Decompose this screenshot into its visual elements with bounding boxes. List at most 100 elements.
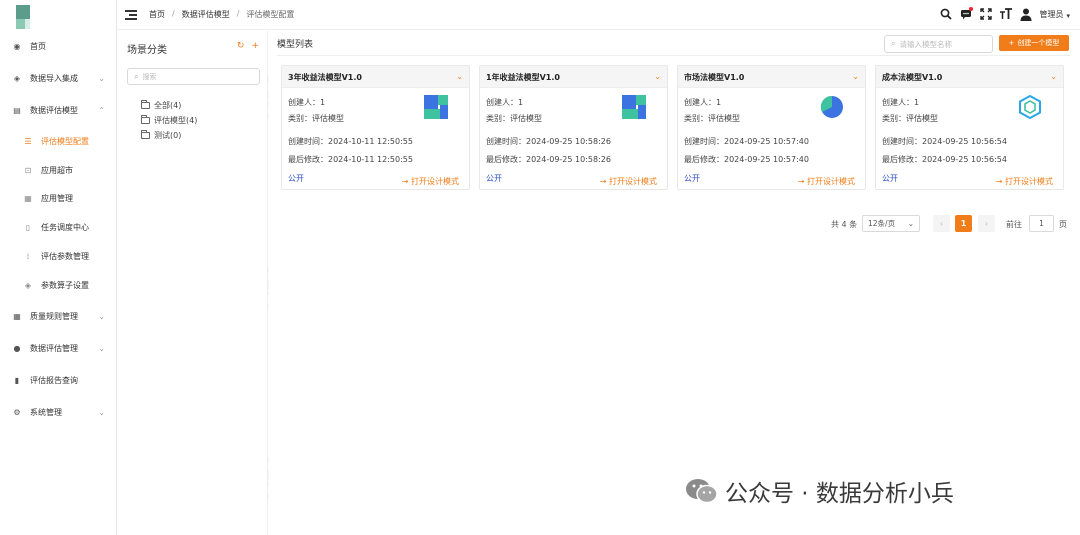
message-icon[interactable] bbox=[959, 7, 974, 21]
open-design-mode-link[interactable]: → 打开设计模式 bbox=[402, 176, 459, 187]
visibility-link[interactable]: 公开 bbox=[288, 173, 304, 184]
model-search-box: ⌕ bbox=[884, 35, 993, 53]
refresh-icon[interactable]: ↻ bbox=[237, 41, 245, 51]
fullscreen-icon[interactable] bbox=[979, 7, 993, 21]
chevron-down-icon: ⌄ bbox=[98, 343, 105, 353]
chevron-down-icon: ⌄ bbox=[98, 407, 105, 417]
search-icon[interactable] bbox=[939, 7, 953, 21]
menu-toggle-icon[interactable] bbox=[125, 9, 137, 20]
font-size-icon[interactable] bbox=[999, 7, 1013, 21]
chevron-down-icon: ⌄ bbox=[98, 311, 105, 321]
card-modified-time: 最后修改：2024-10-11 12:50:55 bbox=[288, 155, 413, 164]
card-title: 市场法模型V1.0 bbox=[684, 73, 745, 82]
hexagon-icon bbox=[1018, 94, 1042, 120]
sidebar-item-app-market[interactable]: ⊡ 应用超市 bbox=[0, 159, 117, 181]
folder-icon bbox=[141, 115, 150, 124]
sidebar-item-report-query[interactable]: ▮ 评估报告查询 bbox=[0, 369, 117, 391]
tree-node-eval-model[interactable]: 评估模型(4) bbox=[141, 115, 197, 126]
card-title: 成本法模型V1.0 bbox=[882, 73, 943, 82]
sidebar-item-eval-params[interactable]: ⁞ 评估参数管理 bbox=[0, 245, 117, 267]
model-card[interactable]: 市场法模型V1.0 ⌄ 创建人：1 类别：评估模型 创建时间：2024-09-2… bbox=[677, 65, 866, 190]
gear-icon: ⚙ bbox=[13, 407, 21, 417]
card-header: 1年收益法模型V1.0 ⌄ bbox=[480, 66, 667, 88]
sidebar: ◉ 首页 ◈ 数据导入集成 ⌄ ▤ 数据评估模型 ⌃ ☰ 评估模型配置 ⊡ 应用… bbox=[0, 0, 117, 535]
chevron-down-icon[interactable]: ⌄ bbox=[456, 72, 463, 81]
tree-search-input[interactable] bbox=[142, 72, 243, 81]
goto-label: 前往 bbox=[1006, 220, 1022, 229]
visibility-link[interactable]: 公开 bbox=[882, 173, 898, 184]
sidebar-item-operator-settings[interactable]: ◈ 参数算子设置 bbox=[0, 274, 117, 296]
lock-icon: ⊡ bbox=[24, 165, 32, 175]
model-card[interactable]: 成本法模型V1.0 ⌄ 创建人：1 类别：评估模型 创建时间：2024-09-2… bbox=[875, 65, 1064, 190]
header-toolbar: 管理员 ▾ bbox=[939, 7, 1070, 21]
goto-suffix: 页 bbox=[1059, 220, 1067, 229]
tree-node-all[interactable]: 全部(4) bbox=[141, 100, 181, 111]
chevron-down-icon[interactable]: ⌄ bbox=[654, 72, 661, 81]
folder-icon bbox=[141, 130, 150, 139]
tree-node-test[interactable]: 测试(0) bbox=[141, 130, 181, 141]
brand-watermark: 公众号 · 数据分析小兵 bbox=[685, 474, 954, 508]
caret-down-icon[interactable]: ▾ bbox=[1066, 12, 1070, 20]
add-icon[interactable]: + bbox=[251, 41, 259, 51]
next-page-button[interactable]: › bbox=[978, 215, 995, 232]
card-category: 类别：评估模型 bbox=[882, 114, 938, 123]
model-search-input[interactable] bbox=[899, 39, 988, 49]
config-icon: ☰ bbox=[24, 136, 32, 146]
bar-chart-icon: ▮ bbox=[14, 375, 20, 385]
model-card[interactable]: 1年收益法模型V1.0 ⌄ 创建人：1 类别：评估模型 创建时间：2024-09… bbox=[479, 65, 668, 190]
sidebar-item-eval-model[interactable]: ▤ 数据评估模型 ⌃ bbox=[0, 99, 117, 121]
sidebar-item-app-manage[interactable]: ▦ 应用管理 bbox=[0, 187, 117, 209]
open-design-mode-link[interactable]: → 打开设计模式 bbox=[798, 176, 855, 187]
card-header: 市场法模型V1.0 ⌄ bbox=[678, 66, 865, 88]
breadcrumb-eval-model[interactable]: 数据评估模型 bbox=[182, 9, 230, 20]
chevron-down-icon[interactable]: ⌄ bbox=[852, 72, 859, 81]
breadcrumb-current: 评估模型配置 bbox=[246, 10, 295, 19]
layers-icon: ◈ bbox=[13, 73, 21, 83]
card-creator: 创建人：1 bbox=[882, 98, 920, 107]
visibility-link[interactable]: 公开 bbox=[486, 173, 502, 184]
create-model-button[interactable]: + 创建一个模型 bbox=[999, 35, 1069, 51]
sidebar-item-data-eval-manage[interactable]: ● 数据评估管理 ⌄ bbox=[0, 337, 117, 359]
pagination-total: 共 4 条 bbox=[831, 220, 858, 229]
prev-page-button[interactable]: ‹ bbox=[933, 215, 950, 232]
user-name[interactable]: 管理员 bbox=[1039, 9, 1063, 20]
chevron-down-icon: ⌄ bbox=[907, 219, 914, 228]
sidebar-item-data-import[interactable]: ◈ 数据导入集成 ⌄ bbox=[0, 67, 117, 89]
sidebar-item-home[interactable]: ◉ 首页 bbox=[0, 35, 117, 57]
folder-icon bbox=[141, 100, 150, 109]
model-card[interactable]: 3年收益法模型V1.0 ⌄ 创建人：1 类别：评估模型 创建时间：2024-10… bbox=[281, 65, 470, 190]
tree-search-box: ⌕ bbox=[127, 68, 260, 85]
app-logo[interactable] bbox=[16, 5, 30, 29]
stack-icon: ◈ bbox=[24, 280, 32, 290]
page-size-select[interactable]: 12条/页 ⌄ bbox=[862, 215, 920, 232]
page-button-current[interactable]: 1 bbox=[955, 215, 972, 232]
card-created-time: 创建时间：2024-09-25 10:58:26 bbox=[486, 137, 611, 146]
sidebar-item-quality-rules[interactable]: ▦ 质量规则管理 ⌄ bbox=[0, 305, 117, 327]
open-design-mode-link[interactable]: → 打开设计模式 bbox=[996, 176, 1053, 187]
blocks-icon bbox=[424, 95, 448, 119]
divider bbox=[277, 55, 1070, 56]
wechat-icon bbox=[685, 478, 719, 504]
document-icon: ▤ bbox=[13, 105, 21, 115]
card-modified-time: 最后修改：2024-09-25 10:57:40 bbox=[684, 155, 809, 164]
sidebar-item-task-schedule[interactable]: ▯ 任务调度中心 bbox=[0, 216, 117, 238]
open-design-mode-link[interactable]: → 打开设计模式 bbox=[600, 176, 657, 187]
sidebar-item-model-config[interactable]: ☰ 评估模型配置 bbox=[0, 130, 117, 152]
visibility-link[interactable]: 公开 bbox=[684, 173, 700, 184]
chevron-down-icon[interactable]: ⌄ bbox=[1050, 72, 1057, 81]
page-title: 模型列表 bbox=[277, 40, 314, 50]
dot-icon: ● bbox=[13, 343, 21, 353]
breadcrumb-home[interactable]: 首页 bbox=[149, 9, 165, 20]
chevron-up-icon: ⌃ bbox=[98, 105, 105, 115]
goto-page-input[interactable] bbox=[1029, 215, 1054, 232]
card-title: 1年收益法模型V1.0 bbox=[486, 73, 560, 82]
plus-icon: + bbox=[1008, 39, 1015, 47]
card-modified-time: 最后修改：2024-09-25 10:58:26 bbox=[486, 155, 611, 164]
dashboard-icon: ◉ bbox=[13, 41, 21, 51]
sidebar-item-system-manage[interactable]: ⚙ 系统管理 ⌄ bbox=[0, 401, 117, 423]
brand-text: 公众号 · 数据分析小兵 bbox=[725, 481, 954, 507]
search-icon: ⌕ bbox=[891, 39, 896, 48]
card-category: 类别：评估模型 bbox=[684, 114, 740, 123]
card-header: 3年收益法模型V1.0 ⌄ bbox=[282, 66, 469, 88]
avatar[interactable] bbox=[1019, 7, 1033, 21]
